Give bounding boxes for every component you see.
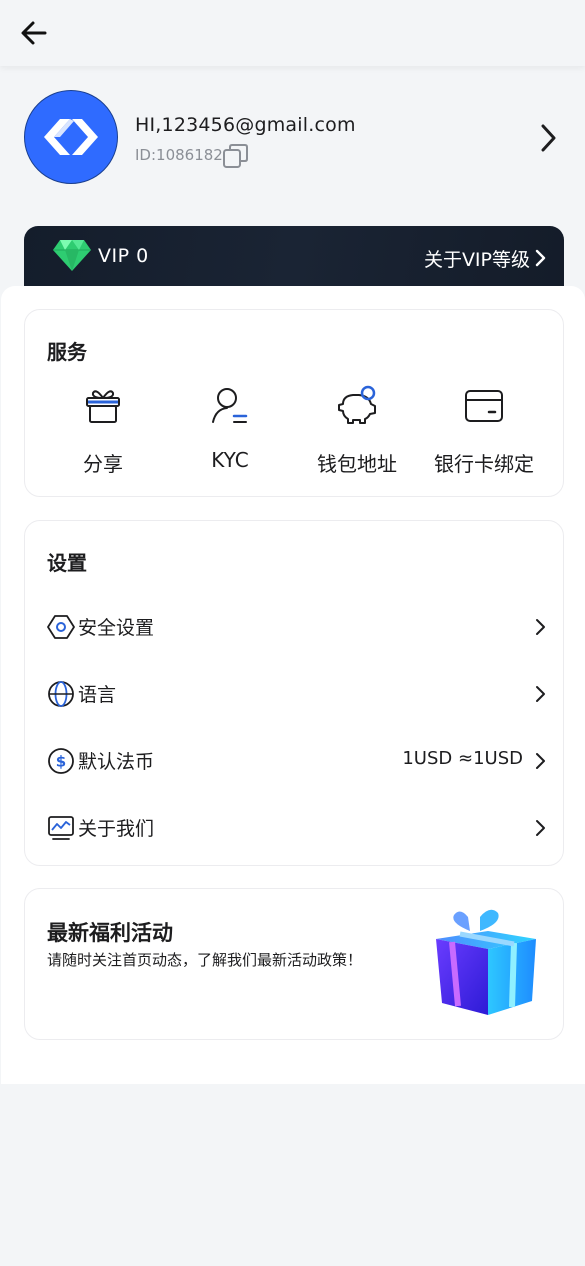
vip-banner[interactable]: VIP 0 关于VIP等级 [24,226,564,292]
settings-item-label: 语言 [78,684,117,706]
chevron-right-icon [536,753,545,769]
settings-item-label: 安全设置 [78,617,155,639]
svg-text:$: $ [56,753,66,771]
vip-about-link[interactable]: 关于VIP等级 [424,245,530,272]
settings-item-language[interactable]: 语言 [47,668,547,720]
shield-hex-icon [47,615,75,639]
service-wallet-address[interactable]: 钱包地址 [293,384,421,484]
piggy-bank-icon [338,385,376,424]
app-logo [44,119,98,155]
settings-item-about-us[interactable]: 关于我们 [47,802,547,854]
chevron-right-icon [536,820,545,836]
avatar[interactable] [24,90,118,184]
back-button[interactable] [18,17,50,49]
dollar-icon: $ [48,748,74,774]
profile-header[interactable]: HI,123456@gmail.com ID:1086182 [0,66,585,226]
service-label: 银行卡绑定 [434,452,534,476]
monitor-chart-icon [48,816,74,840]
diamond-icon [53,240,91,271]
service-kyc[interactable]: KYC [166,384,294,484]
user-email: HI,123456@gmail.com [135,114,356,136]
service-bank-card[interactable]: 银行卡绑定 [420,384,548,484]
promo-description: 请随时关注首页动态，了解我们最新活动政策！ [47,951,363,969]
settings-item-default-currency[interactable]: $ 默认法币 1USD ≈1USD [47,735,547,787]
settings-item-security[interactable]: 安全设置 [47,601,547,653]
promo-title: 最新福利活动 [47,921,173,945]
globe-icon [48,681,74,707]
settings-card: 设置 安全设置 语言 $ 默认法币 1USD ≈1USD 关于我们 [24,520,564,866]
promo-card[interactable]: 最新福利活动 请随时关注首页动态，了解我们最新活动政策！ [24,888,564,1040]
copy-icon [223,144,248,168]
services-card: 服务 分享 KYC 钱包地址 银行卡绑定 [24,309,564,497]
settings-title: 设置 [47,551,87,575]
user-id: ID:1086182 [135,146,223,164]
chevron-right-icon [536,686,545,702]
service-label: 分享 [83,452,123,476]
chevron-right-icon [535,249,546,267]
service-label: 钱包地址 [317,452,397,476]
gift-box-illustration [436,909,536,1015]
settings-item-label: 关于我们 [78,818,155,840]
copy-id-button[interactable] [222,142,250,170]
chevron-right-icon [536,619,545,635]
service-share[interactable]: 分享 [39,384,167,484]
gift-icon [86,390,120,423]
service-label: KYC [211,448,249,472]
vip-level: VIP 0 [98,245,149,267]
top-bar [0,0,585,66]
user-verify-icon [212,388,248,423]
chevron-right-icon [541,124,556,152]
services-title: 服务 [47,340,87,364]
arrow-left-icon [21,21,47,45]
settings-item-label: 默认法币 [78,751,155,773]
profile-arrow[interactable] [536,122,560,154]
settings-item-value: 1USD ≈1USD [402,748,523,769]
bank-card-icon [465,390,503,422]
